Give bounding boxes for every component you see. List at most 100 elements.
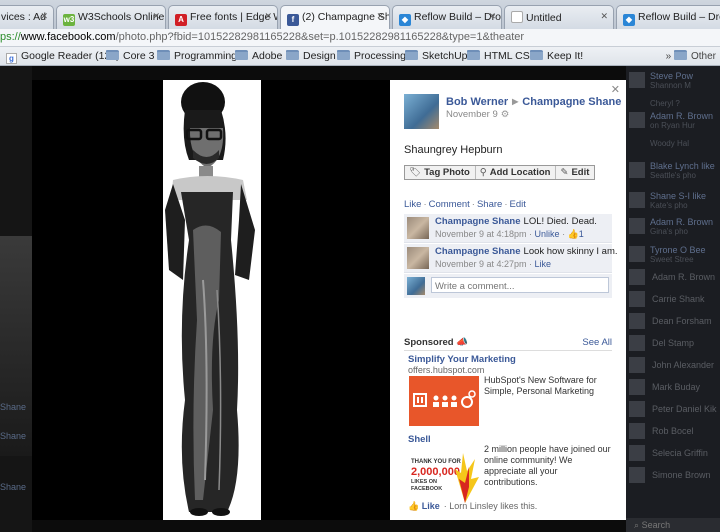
chat-search-input[interactable]: ⌕ Search [626,518,720,532]
edit-button[interactable]: ✎ Edit [556,166,594,179]
gear-icon[interactable]: ⚙ [501,109,510,120]
tab-edge-fonts[interactable]: AFree fonts | Edge We✕ [168,5,278,29]
avatar[interactable] [407,247,429,269]
chat-item[interactable]: Mark Buday [626,376,720,398]
bookmark-html-css[interactable]: HTML CSS [467,50,537,62]
comment-author[interactable]: Champagne Shane [435,216,521,227]
photo-stage[interactable] [32,80,390,520]
share-link[interactable]: Share [477,199,502,210]
chat-item[interactable]: Rob Bocel [626,420,720,442]
bookmark-keep-it[interactable]: Keep It! [530,50,583,62]
thumbs-up-icon[interactable]: 👍 [568,229,579,239]
tag-photo-label: Tag Photo [424,167,470,178]
close-icon[interactable]: ✕ [600,11,608,22]
bookmark-sketchup[interactable]: SketchUp [405,50,468,62]
ticker-name: Shane S-I like [650,191,707,201]
avatar [629,162,645,178]
unlike-link[interactable]: Unlike [535,229,560,239]
dropbox-icon: ◆ [399,14,411,26]
ticker-name: Blake Lynch like [650,161,715,171]
close-icon[interactable]: ✕ [152,11,160,22]
bookmark-design[interactable]: Design [286,50,336,62]
see-all-link[interactable]: See All [582,337,612,348]
ad-url: offers.hubspot.com [408,365,485,375]
chat-item[interactable]: Selecia Griffin [626,442,720,464]
address-bar[interactable]: ps://www.facebook.com/photo.php?fbid=101… [0,29,720,47]
avatar [629,423,645,439]
avatar [629,269,645,285]
ad-title[interactable]: Shell [408,434,431,445]
close-icon[interactable]: ✕ [40,11,48,22]
add-location-button[interactable]: ⚲ Add Location [476,166,557,179]
avatar [629,335,645,351]
ticker-sidebar: Steve Pow Shannon M Cheryl ? Adam R. Brow… [626,66,720,532]
close-icon[interactable]: ✕ [264,11,272,22]
tab-dropbox[interactable]: ◆Reflow Build – Dropb✕ [392,5,502,29]
chat-item[interactable]: Adam R. Brown [626,266,720,288]
comment-link[interactable]: Comment [429,199,470,210]
post-date-link[interactable]: November 9 [446,109,498,120]
bookmark-programming[interactable]: Programming [157,50,237,62]
close-icon[interactable]: ✕ [611,83,620,96]
tab-ad[interactable]: vices : Ad ✕ [0,5,54,29]
chat-item[interactable]: Peter Daniel Kik [626,398,720,420]
chat-item[interactable]: Carrie Shank [626,288,720,310]
ad-like-button[interactable]: 👍 Like [408,501,440,511]
chat-item[interactable]: Del Stamp [626,332,720,354]
chat-name: Carrie Shank [652,294,705,304]
ad-social: 👍 Like · Lorn Linsley likes this. [408,501,537,512]
ticker-name: Adam R. Brown [650,111,714,121]
chat-name: Simone Brown [652,470,711,480]
ticker-text: Woody Hal [650,139,689,148]
chevron-right-icon: » [665,51,672,62]
tag-photo-button[interactable]: 🏷 Tag Photo [405,166,476,179]
write-comment-row [404,274,612,298]
ad-title[interactable]: Simplify Your Marketing [408,354,516,365]
comment-author[interactable]: Champagne Shane [435,246,521,257]
chat-search-placeholder: Search [641,520,671,530]
ticker-item: Blake Lynch like Seattle's pho [626,160,720,182]
author-avatar[interactable] [404,94,439,129]
comment-input[interactable] [431,277,609,293]
bookmark-adobe[interactable]: Adobe [235,50,282,62]
ticker-name: Adam R. Brown [650,217,714,227]
chat-item[interactable]: John Alexander [626,354,720,376]
tab-w3schools[interactable]: w3W3Schools Online W✕ [56,5,166,29]
chat-item[interactable]: Dean Forsham [626,310,720,332]
comment-time[interactable]: November 9 at 4:18pm [435,229,527,239]
close-icon[interactable]: ✕ [376,11,384,22]
facebook-icon: f [287,14,299,26]
folder-icon [235,50,248,60]
bookmark-google-reader[interactable]: g Google Reader (128) [6,50,120,64]
edit-link[interactable]: Edit [510,199,526,210]
bookmark-core-3[interactable]: Core 3 [106,50,155,62]
chat-name: Dean Forsham [652,316,712,326]
add-location-label: Add Location [489,167,551,178]
avatar [629,218,645,234]
tab-dropbox-2[interactable]: ◆Reflow Build – Dropb [616,5,720,29]
google-reader-icon: g [6,53,17,64]
target-link[interactable]: Champagne Shane [522,96,621,108]
close-icon[interactable]: ✕ [488,11,496,22]
ad-image-hubspot[interactable] [409,376,479,426]
author-link[interactable]: Bob Werner [446,96,508,108]
tab-facebook[interactable]: f(2) Champagne Shan✕ [280,5,390,29]
comment-item: Champagne Shane LOL! Died. Dead. November… [404,214,612,243]
photo-caption: Shaungrey Hepburn [404,144,503,156]
avatar[interactable] [407,217,429,239]
bookmark-processing[interactable]: Processing [337,50,406,62]
chat-name: Peter Daniel Kik [652,404,717,414]
tab-untitled[interactable]: Untitled ✕ [504,5,614,29]
like-link[interactable]: Like [535,259,552,269]
location-pin-icon: ⚲ [479,167,487,178]
ad-image-shell[interactable]: THANK YOU FOR 2,000,000 LIKES ON FACEBOO… [409,445,479,503]
chat-item[interactable]: Simone Brown [626,464,720,486]
comment-time[interactable]: November 9 at 4:27pm [435,259,527,269]
like-link[interactable]: Like [404,199,421,210]
like-count[interactable]: 1 [579,229,584,239]
chat-name: Adam R. Brown [652,272,716,282]
folder-icon [405,50,418,60]
url-host: www.facebook.com [20,31,116,43]
other-bookmarks[interactable]: » Other [666,50,716,62]
chat-name: Selecia Griffin [652,448,708,458]
